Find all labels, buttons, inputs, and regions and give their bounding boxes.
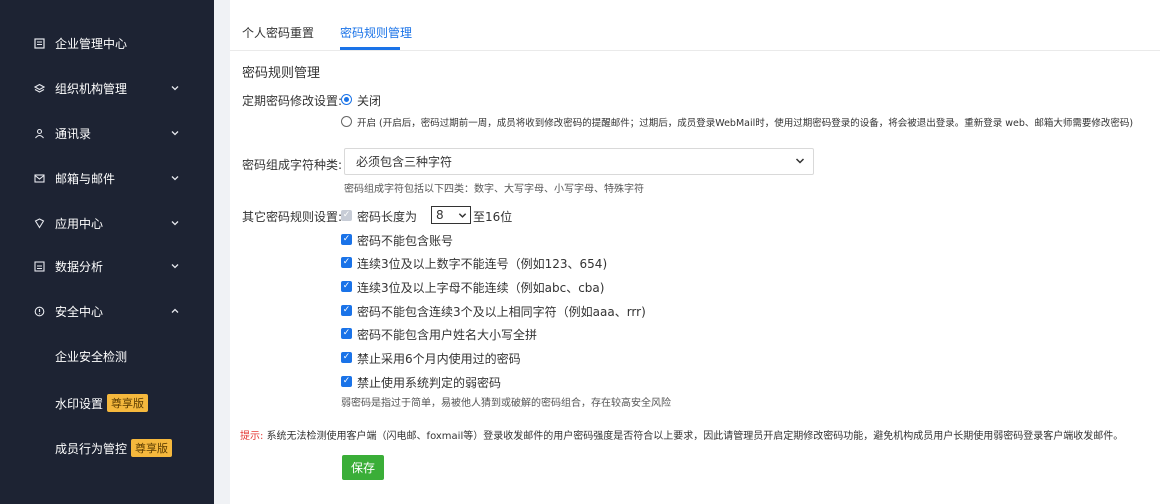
composition-label: 密码组成字符种类:	[242, 158, 343, 172]
tip-notice: 提示: 系统无法检测使用客户端（闪电邮、foxmail等）登录收发邮件的用户密码…	[240, 427, 1123, 442]
chevron-down-icon	[171, 131, 179, 136]
tab-password-reset[interactable]: 个人密码重置	[242, 24, 314, 41]
tip-prefix: 提示:	[240, 431, 264, 442]
document-icon	[33, 37, 45, 49]
composition-select[interactable]: 必须包含三种字符	[344, 148, 814, 175]
nav-label: 企业管理中心	[55, 36, 128, 51]
rule-checkbox[interactable]: ✓	[341, 257, 352, 268]
chevron-down-icon	[458, 213, 467, 218]
rule-label: 连续3位及以上数字不能连号（例如123、654)	[357, 257, 608, 271]
nav-sub-label: 企业安全检测	[55, 350, 128, 364]
composition-hint: 密码组成字符包括以下四类：数字、大写字母、小写字母、特殊字符	[344, 184, 644, 195]
chart-icon	[33, 260, 45, 272]
chevron-down-icon	[171, 264, 179, 269]
chevron-down-icon	[795, 158, 805, 164]
tip-text: 系统无法检测使用客户端（闪电邮、foxmail等）登录收发邮件的用户密码强度是否…	[266, 431, 1124, 442]
chevron-down-icon	[171, 221, 179, 226]
expiry-on-label: 开启 (开启后，密码过期前一周，成员将收到修改密码的提醒邮件；过期后，成员登录W…	[357, 118, 1134, 129]
length-prefix: 密码长度为	[357, 210, 418, 224]
tab-bar: 个人密码重置 密码规则管理	[230, 0, 1160, 51]
rule-checkbox[interactable]: ✓	[341, 352, 352, 363]
sidebar: 企业管理中心 组织机构管理 通讯录 邮箱与邮件 应用中心 数据分析 安全中心 企…	[0, 0, 214, 504]
expiry-on-radio[interactable]	[341, 116, 352, 127]
length-checkbox: ✓	[341, 210, 352, 221]
nav-item-data-analysis[interactable]: 数据分析	[0, 251, 214, 281]
chevron-up-icon	[171, 308, 179, 313]
nav-label: 安全中心	[55, 304, 104, 319]
rule-label: 密码不能包含用户姓名大小写全拼	[357, 328, 538, 342]
length-suffix: 至16位	[473, 210, 513, 224]
length-select[interactable]: 8	[431, 206, 471, 224]
nav-sub-watermark[interactable]: 水印设置 尊享版	[55, 394, 149, 412]
save-button[interactable]: 保存	[342, 455, 384, 480]
premium-badge: 尊享版	[107, 394, 149, 412]
chevron-down-icon	[171, 86, 179, 91]
nav-label: 数据分析	[55, 259, 104, 274]
nav-item-enterprise-center[interactable]: 企业管理中心	[0, 28, 214, 58]
rule-checkbox[interactable]: ✓	[341, 305, 352, 316]
mail-icon	[33, 172, 45, 184]
tab-password-rules[interactable]: 密码规则管理	[340, 24, 412, 41]
nav-sub-security-check[interactable]: 企业安全检测	[55, 348, 127, 365]
active-tab-indicator	[340, 47, 400, 50]
section-title: 密码规则管理	[242, 66, 321, 81]
nav-sub-label: 成员行为管控	[55, 441, 128, 456]
app-icon	[33, 217, 45, 229]
nav-item-mail[interactable]: 邮箱与邮件	[0, 163, 214, 193]
rule-label: 禁止使用系统判定的弱密码	[357, 376, 502, 390]
nav-label: 组织机构管理	[55, 81, 128, 96]
expiry-off-radio[interactable]	[341, 94, 352, 105]
expiry-off-label: 关闭	[357, 94, 382, 108]
rule-label: 密码不能包含账号	[357, 234, 454, 248]
nav-label: 应用中心	[55, 216, 104, 231]
rule-label: 连续3位及以上字母不能连续（例如abc、cba)	[357, 281, 605, 295]
rule-checkbox[interactable]: ✓	[341, 281, 352, 292]
rule-checkbox[interactable]: ✓	[341, 376, 352, 387]
shield-icon	[33, 305, 45, 317]
composition-selected: 必须包含三种字符	[356, 155, 453, 169]
nav-item-security-center[interactable]: 安全中心	[0, 296, 214, 326]
nav-item-contacts[interactable]: 通讯录	[0, 118, 214, 148]
rule-checkbox[interactable]: ✓	[341, 234, 352, 245]
nav-item-organization[interactable]: 组织机构管理	[0, 73, 214, 103]
nav-item-app-center[interactable]: 应用中心	[0, 208, 214, 238]
chevron-down-icon	[171, 176, 179, 181]
other-rules-label: 其它密码规则设置:	[242, 210, 343, 224]
nav-label: 邮箱与邮件	[55, 171, 116, 186]
nav-sub-member-behavior[interactable]: 成员行为管控 尊享版	[55, 439, 173, 457]
rule-checkbox[interactable]: ✓	[341, 328, 352, 339]
premium-badge: 尊享版	[131, 439, 173, 457]
weak-password-hint: 弱密码是指过于简单，易被他人猜到或破解的密码组合，存在较高安全风险	[341, 398, 671, 409]
layers-icon	[33, 82, 45, 94]
nav-label: 通讯录	[55, 126, 92, 141]
main-content: 个人密码重置 密码规则管理 密码规则管理 定期密码修改设置: 关闭 开启 (开启…	[230, 0, 1168, 504]
expiry-label: 定期密码修改设置:	[242, 94, 343, 108]
rule-label: 密码不能包含连续3个及以上相同字符（例如aaa、rrr)	[357, 305, 646, 319]
rule-label: 禁止采用6个月内使用过的密码	[357, 352, 521, 366]
length-value: 8	[436, 208, 444, 222]
contacts-icon	[33, 127, 45, 139]
nav-sub-label: 水印设置	[55, 396, 104, 411]
